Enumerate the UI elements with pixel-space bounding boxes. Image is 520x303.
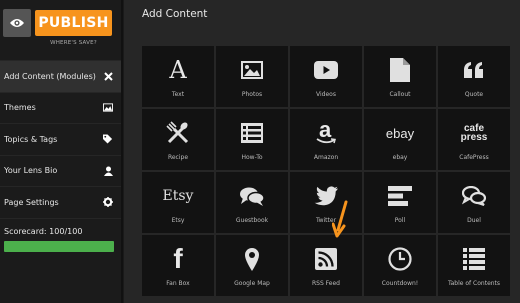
scorecard-progress-bar [4, 240, 114, 252]
module-tile-etsy[interactable]: Etsy Etsy [142, 172, 214, 233]
tile-label: Etsy [171, 217, 185, 224]
module-tile-videos[interactable]: Videos [290, 46, 362, 107]
tile-label: Duel [467, 217, 481, 224]
module-tile-text[interactable]: A Text [142, 46, 214, 107]
eye-icon [10, 19, 24, 27]
scorecard: Scorecard: 100/100 [0, 217, 121, 252]
sidebar-item-label: Topics & Tags [4, 134, 58, 144]
main-panel: Add Content A Text Photos Videos Callout [124, 0, 520, 303]
list-icon [216, 120, 288, 146]
tile-label: ebay [392, 154, 408, 161]
map-pin-icon [216, 246, 288, 272]
amazon-icon: a [290, 117, 362, 146]
module-tile-countdown[interactable]: Countdown! [364, 235, 436, 296]
sidebar-item-label: Themes [4, 103, 36, 113]
photo-icon [216, 57, 288, 83]
module-tile-duel[interactable]: Duel [438, 172, 510, 233]
fork-knife-icon [142, 120, 214, 146]
sidebar-item-add-content[interactable]: Add Content (Modules) [0, 60, 121, 92]
module-tile-google-map[interactable]: Google Map [216, 235, 288, 296]
module-tile-guestbook[interactable]: Guestbook [216, 172, 288, 233]
text-icon: A [169, 56, 187, 84]
module-tile-ebay[interactable]: ebay ebay [364, 109, 436, 170]
tile-label: CafePress [459, 154, 489, 161]
tile-label: Twitter [315, 217, 337, 224]
tile-label: Fan Box [166, 280, 190, 287]
tile-label: Poll [394, 217, 406, 224]
sidebar-item-label: Add Content (Modules) [4, 71, 96, 81]
module-tile-quote[interactable]: Quote [438, 46, 510, 107]
quote-icon [438, 57, 510, 83]
scorecard-label: Scorecard: 100/100 [4, 226, 83, 236]
page-title: Add Content [142, 8, 208, 20]
module-tile-cafepress[interactable]: cafe press CafePress [438, 109, 510, 170]
publish-button[interactable]: PUBLISH [35, 10, 112, 36]
image-icon [103, 103, 113, 113]
gear-icon [103, 197, 113, 208]
tile-label: Text [171, 91, 185, 98]
module-tile-table-of-contents[interactable]: Table of Contents [438, 235, 510, 296]
tile-label: RSS Feed [311, 280, 340, 287]
facebook-icon: f [173, 243, 183, 274]
preview-button[interactable] [3, 9, 31, 37]
annotation-arrow-icon [332, 200, 348, 238]
duel-icon [438, 183, 510, 209]
toc-icon [438, 246, 510, 272]
scorecard-progress-fill [4, 240, 114, 252]
tile-label: Google Map [234, 280, 270, 287]
tile-label: Videos [316, 91, 336, 98]
module-tile-twitter[interactable]: Twitter [290, 172, 362, 233]
tile-label: How-To [241, 154, 263, 161]
sidebar-divider [121, 0, 123, 303]
clock-icon [364, 246, 436, 272]
tile-label: Photos [241, 91, 263, 98]
module-tile-how-to[interactable]: How-To [216, 109, 288, 170]
module-tile-poll[interactable]: Poll [364, 172, 436, 233]
close-icon[interactable] [103, 71, 113, 81]
tile-label: Table of Contents [447, 280, 501, 287]
ebay-icon: ebay [385, 125, 415, 141]
sidebar-item-page-settings[interactable]: Page Settings [0, 186, 121, 218]
tile-label: Guestbook [235, 217, 269, 224]
user-icon [103, 166, 113, 176]
callout-icon [364, 57, 436, 83]
module-grid: A Text Photos Videos Callout Quote Recip… [142, 46, 510, 296]
tile-label: Recipe [167, 154, 189, 161]
twitter-icon [290, 183, 362, 209]
tile-label: Quote [464, 91, 484, 98]
tag-icon [103, 134, 113, 144]
poll-icon [364, 183, 436, 209]
sidebar: PUBLISH WHERE'S SAVE? Add Content (Modul… [0, 0, 121, 303]
sidebar-item-label: Your Lens Bio [4, 166, 58, 176]
module-tile-rss-feed[interactable]: RSS Feed [290, 235, 362, 296]
rss-icon [290, 246, 362, 272]
etsy-icon: Etsy [162, 188, 194, 204]
module-tile-callout[interactable]: Callout [364, 46, 436, 107]
sidebar-item-topics-tags[interactable]: Topics & Tags [0, 123, 121, 155]
module-tile-recipe[interactable]: Recipe [142, 109, 214, 170]
sidebar-item-themes[interactable]: Themes [0, 91, 121, 124]
chat-bubbles-icon [216, 183, 288, 209]
youtube-icon [290, 57, 362, 83]
module-tile-amazon[interactable]: a Amazon [290, 109, 362, 170]
cafepress-icon: cafe press [460, 123, 488, 143]
module-tile-photos[interactable]: Photos [216, 46, 288, 107]
tile-label: Countdown! [381, 280, 419, 287]
wheres-save-link[interactable]: WHERE'S SAVE? [35, 40, 112, 46]
tile-label: Amazon [313, 154, 339, 161]
top-toolbar: PUBLISH WHERE'S SAVE? [0, 0, 121, 60]
sidebar-item-lens-bio[interactable]: Your Lens Bio [0, 154, 121, 187]
tile-label: Callout [389, 91, 411, 98]
sidebar-item-label: Page Settings [4, 197, 59, 207]
module-tile-fan-box[interactable]: f Fan Box [142, 235, 214, 296]
